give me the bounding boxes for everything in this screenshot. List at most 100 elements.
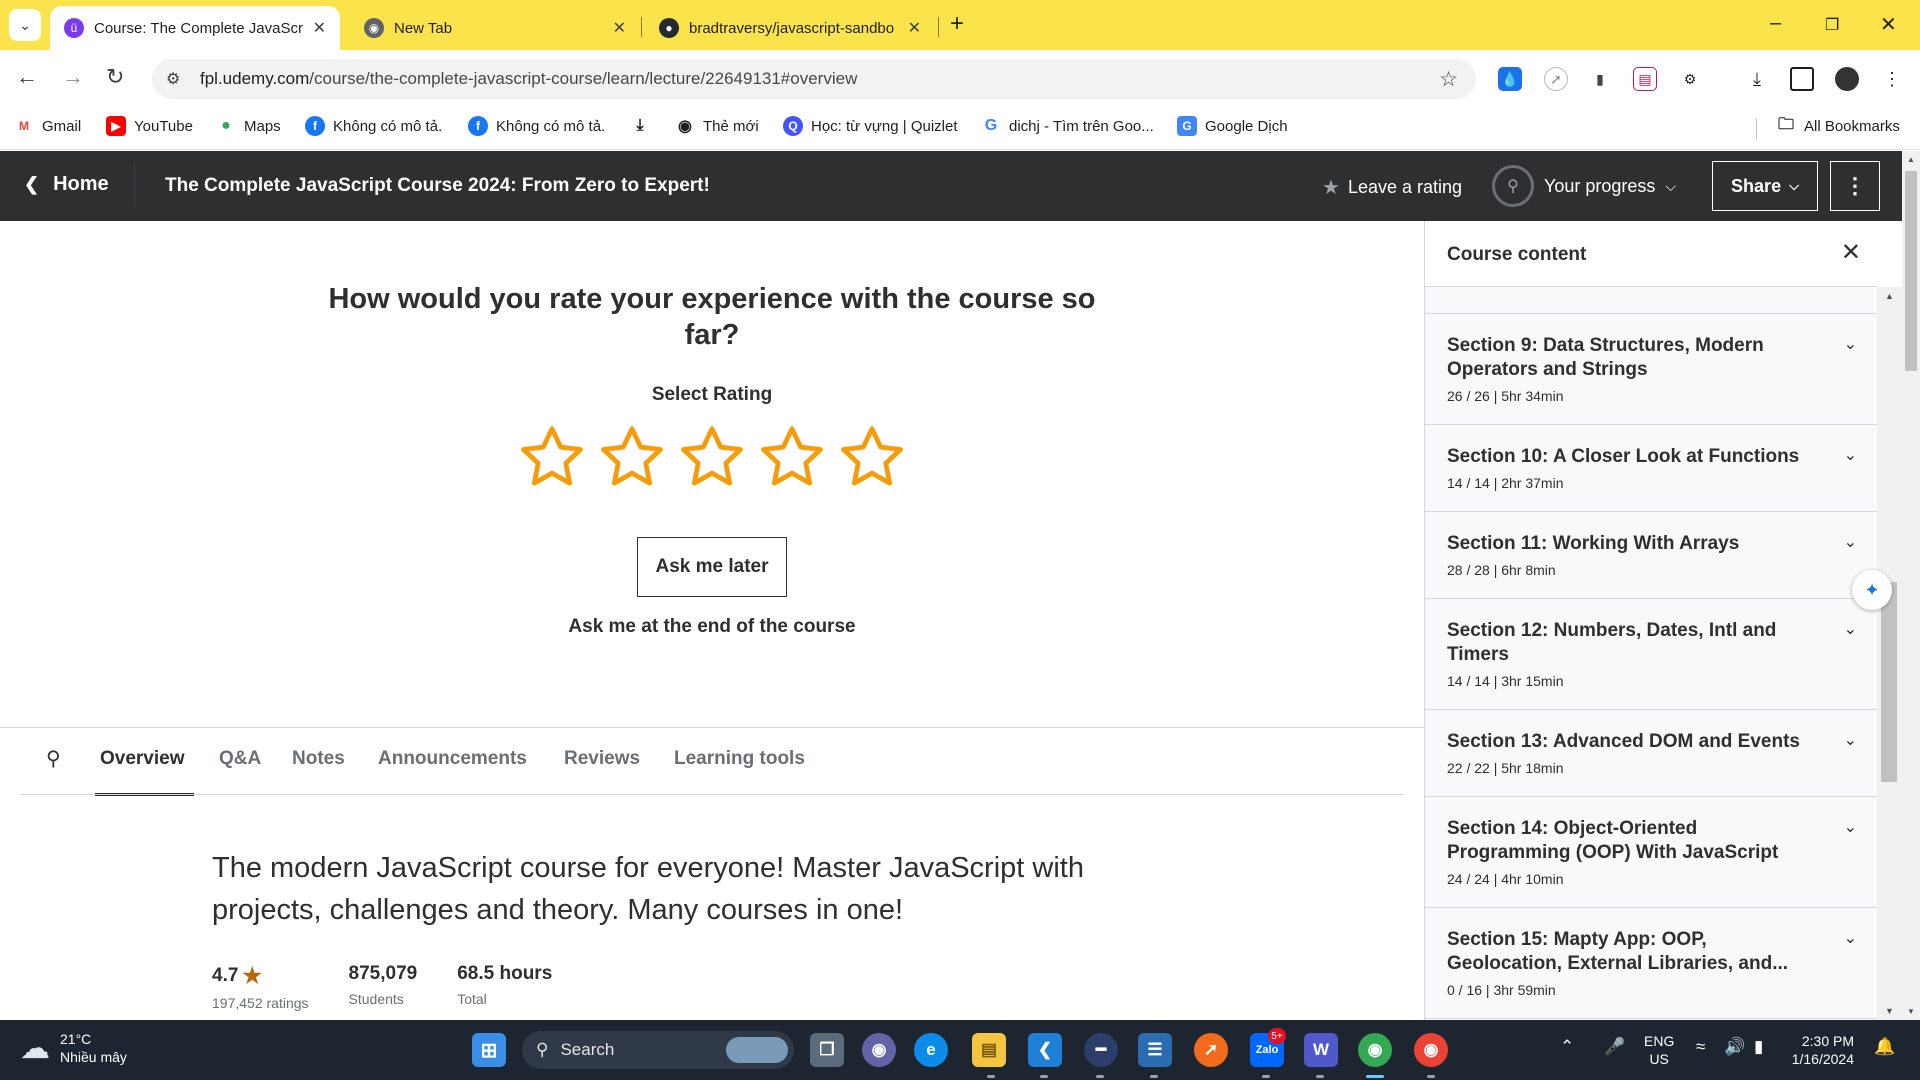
site-settings-icon[interactable]: ⚙ bbox=[166, 69, 188, 89]
word-app-icon[interactable]: W bbox=[1304, 1033, 1338, 1067]
eclipse-icon[interactable]: ━ bbox=[1084, 1033, 1118, 1067]
browser-tab-new-tab[interactable]: ◉ New Tab ✕ bbox=[350, 6, 640, 50]
teams-chat-icon[interactable]: ◉ bbox=[862, 1033, 896, 1067]
task-view-icon[interactable]: ❐ bbox=[810, 1033, 844, 1067]
extension-drop-icon[interactable]: 💧 bbox=[1498, 67, 1522, 91]
bookmark-star-icon[interactable]: ☆ bbox=[1439, 67, 1458, 92]
chevron-down-icon[interactable]: ⌄ bbox=[1844, 730, 1857, 750]
scroll-up-icon[interactable]: ▲ bbox=[1885, 291, 1894, 301]
browser-tab-udemy[interactable]: ü Course: The Complete JavaScrip ✕ bbox=[50, 6, 340, 50]
home-link[interactable]: ❮ Home bbox=[24, 173, 109, 196]
chevron-down-icon[interactable]: ⌄ bbox=[1844, 445, 1857, 465]
scrollbar-thumb[interactable] bbox=[1905, 171, 1917, 371]
tab-search-button[interactable]: ⌄ bbox=[9, 9, 41, 41]
sidebar-section[interactable]: Section 10: A Closer Look at Functions 14… bbox=[1425, 425, 1877, 512]
chevron-up-icon[interactable]: ⌃ bbox=[1560, 1037, 1574, 1057]
new-tab-plus-icon[interactable]: + bbox=[950, 12, 964, 36]
tab-notes[interactable]: Notes bbox=[292, 748, 345, 770]
forward-arrow-icon[interactable]: → bbox=[62, 64, 84, 90]
bookmark-maps[interactable]: ● Maps bbox=[216, 116, 281, 136]
restore-icon[interactable]: ❐ bbox=[1825, 15, 1839, 35]
chevron-down-icon[interactable]: ⌄ bbox=[1844, 817, 1857, 837]
windows-start-icon[interactable]: ⊞ bbox=[472, 1033, 506, 1067]
close-window-icon[interactable]: ✕ bbox=[1880, 12, 1897, 37]
browser-menu-icon[interactable]: ⋮ bbox=[1880, 67, 1904, 91]
rating-star-1-icon[interactable] bbox=[516, 421, 588, 493]
clock[interactable]: 2:30 PM 1/16/2024 bbox=[1790, 1032, 1854, 1068]
page-scrollbar[interactable]: ▲ ▼ bbox=[1902, 151, 1920, 1020]
scroll-up-icon[interactable]: ▲ bbox=[1907, 155, 1915, 164]
close-tab-icon[interactable]: ✕ bbox=[613, 18, 626, 38]
scroll-down-icon[interactable]: ▼ bbox=[1907, 1007, 1915, 1016]
postman-icon[interactable]: ➚ bbox=[1194, 1033, 1228, 1067]
language-indicator[interactable]: ENG US bbox=[1644, 1032, 1674, 1068]
bookmark-gmail[interactable]: M Gmail bbox=[14, 116, 81, 136]
bookmark-new-tab[interactable]: ◉ Thẻ mới bbox=[675, 116, 759, 136]
side-panel-icon[interactable] bbox=[1790, 67, 1814, 91]
downloads-icon[interactable]: ⤓ bbox=[1745, 67, 1769, 91]
bookmark-download[interactable]: ⤓ bbox=[630, 116, 658, 136]
wifi-icon[interactable]: ≈ bbox=[1696, 1037, 1705, 1057]
bookmark-facebook-2[interactable]: f Không có mô tả. bbox=[468, 116, 605, 136]
extension-calendar-icon[interactable]: ▤ bbox=[1633, 67, 1657, 91]
sidebar-section[interactable]: Section 15: Mapty App: OOP, Geolocation,… bbox=[1425, 908, 1877, 1019]
back-arrow-icon[interactable]: ← bbox=[16, 64, 38, 90]
bookmark-google-search[interactable]: Gdichj - Tìm trên Goo... bbox=[981, 116, 1154, 136]
mysql-workbench-icon[interactable]: ☰ bbox=[1138, 1033, 1172, 1067]
vscode-icon[interactable]: ❮ bbox=[1028, 1033, 1062, 1067]
chevron-down-icon[interactable]: ⌄ bbox=[1844, 928, 1857, 948]
close-tab-icon[interactable]: ✕ bbox=[908, 18, 921, 38]
address-bar[interactable]: ⚙ fpl.udemy.com/course/the-complete-java… bbox=[152, 59, 1476, 99]
ask-me-later-button[interactable]: Ask me later bbox=[637, 537, 787, 597]
scroll-down-icon[interactable]: ▼ bbox=[1885, 1006, 1894, 1016]
sidebar-section[interactable]: Section 14: Object-Oriented Programming … bbox=[1425, 797, 1877, 908]
sidebar-section[interactable]: Section 11: Working With Arrays 28 / 28 |… bbox=[1425, 512, 1877, 599]
share-button[interactable]: Share ⌵ bbox=[1712, 161, 1818, 211]
rating-star-2-icon[interactable] bbox=[596, 421, 668, 493]
tab-overview[interactable]: Overview bbox=[100, 748, 185, 770]
extensions-puzzle-icon[interactable]: ⚙ bbox=[1678, 67, 1702, 91]
leave-rating-button[interactable]: ★ Leave a rating bbox=[1322, 175, 1462, 200]
browser-tab-github[interactable]: ● bradtraversy/javascript-sandbo ✕ bbox=[645, 6, 935, 50]
rating-star-3-icon[interactable] bbox=[676, 421, 748, 493]
extension-compass-icon[interactable]: ➚ bbox=[1544, 67, 1568, 91]
bookmark-facebook-1[interactable]: f Không có mô tả. bbox=[305, 116, 442, 136]
taskbar-search[interactable]: ⚲ Search bbox=[522, 1031, 794, 1069]
close-tab-icon[interactable]: ✕ bbox=[313, 18, 326, 38]
all-bookmarks-button[interactable]: 🗀 All Bookmarks bbox=[1776, 116, 1900, 136]
chevron-down-icon[interactable]: ⌄ bbox=[1844, 532, 1857, 552]
file-explorer-icon[interactable]: ▤ bbox=[972, 1033, 1006, 1067]
chevron-down-icon[interactable]: ⌄ bbox=[1844, 334, 1857, 354]
scrollbar-thumb[interactable] bbox=[1881, 582, 1897, 782]
notification-bell-icon[interactable]: 🔔 bbox=[1874, 1037, 1895, 1057]
sidebar-section[interactable]: Section 9: Data Structures, Modern Opera… bbox=[1425, 314, 1877, 425]
rating-star-4-icon[interactable] bbox=[756, 421, 828, 493]
volume-icon[interactable]: 🔊 bbox=[1724, 1037, 1745, 1057]
battery-icon[interactable]: ▮ bbox=[1754, 1037, 1763, 1057]
edge-icon[interactable]: e bbox=[914, 1033, 948, 1067]
tab-announcements[interactable]: Announcements bbox=[378, 748, 527, 770]
bookmark-quizlet[interactable]: Q Học: từ vựng | Quizlet bbox=[783, 116, 958, 136]
reload-icon[interactable]: ↻ bbox=[106, 64, 124, 90]
tab-qa[interactable]: Q&A bbox=[219, 748, 261, 770]
tab-reviews[interactable]: Reviews bbox=[564, 748, 640, 770]
weather-widget[interactable]: ☁ 21°C Nhiều mây bbox=[20, 1030, 127, 1066]
sparkle-assistant-icon[interactable]: ✦ bbox=[1852, 570, 1892, 610]
sidebar-section[interactable]: Section 12: Numbers, Dates, Intl and Tim… bbox=[1425, 599, 1877, 710]
sidebar-scrollbar[interactable]: ▲ ▼ bbox=[1877, 287, 1902, 1020]
your-progress-button[interactable]: ⚲ Your progress ⌵ bbox=[1492, 165, 1676, 207]
tab-learning-tools[interactable]: Learning tools bbox=[674, 748, 805, 770]
more-options-icon[interactable]: ⋮ bbox=[1830, 161, 1880, 211]
chrome-profile-icon[interactable]: ◉ bbox=[1414, 1033, 1448, 1067]
close-icon[interactable]: ✕ bbox=[1841, 238, 1861, 267]
minimize-icon[interactable]: – bbox=[1770, 12, 1781, 35]
search-icon[interactable]: ⚲ bbox=[46, 746, 61, 771]
course-title[interactable]: The Complete JavaScript Course 2024: Fro… bbox=[165, 175, 710, 197]
profile-avatar[interactable] bbox=[1835, 67, 1859, 91]
extension-battery-icon[interactable]: ▮ bbox=[1588, 67, 1612, 91]
ask-at-end-link[interactable]: Ask me at the end of the course bbox=[512, 616, 912, 638]
bookmark-google-translate[interactable]: G Google Dịch bbox=[1177, 116, 1288, 136]
microphone-icon[interactable]: 🎤 bbox=[1604, 1037, 1625, 1057]
chrome-icon[interactable]: ◉ bbox=[1358, 1033, 1392, 1067]
bookmark-youtube[interactable]: ▶ YouTube bbox=[106, 116, 193, 136]
